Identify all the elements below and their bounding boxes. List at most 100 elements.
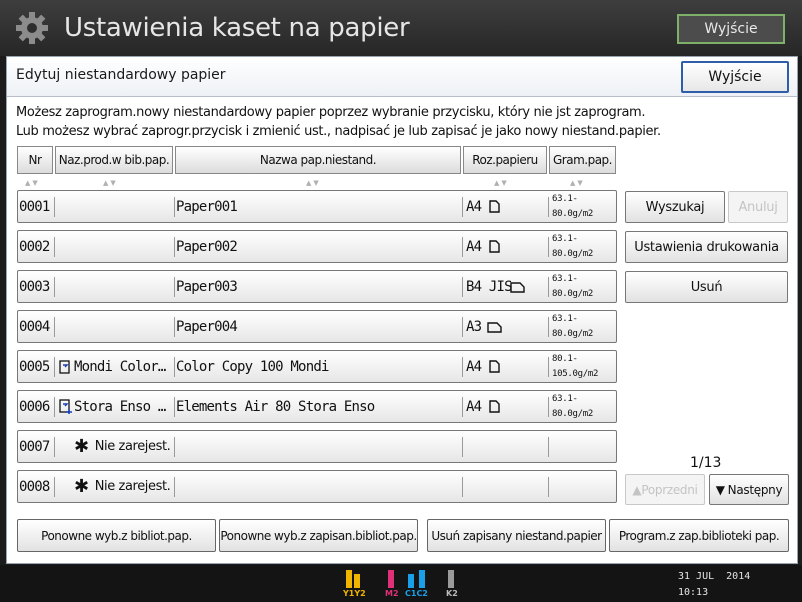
row-lib-name: Stora Enso …: [74, 398, 166, 415]
toner-label-magenta: M2: [385, 589, 399, 598]
column-header-paper-size[interactable]: Roz.papieru: [463, 146, 547, 174]
paper-row-0003[interactable]: 0003 Paper003 B4 JIS 63.1- 80.0g/m2: [17, 270, 617, 303]
paper-row-0007[interactable]: 0007 ✱ Nie zarejest.: [17, 430, 617, 463]
next-page-label: Następny: [727, 482, 783, 497]
triangle-up-icon: ▲: [632, 482, 642, 497]
info-text-line2: Lub możesz wybrać zaprogr.przycisk i zmi…: [16, 124, 661, 139]
column-separator: [174, 317, 175, 337]
sort-indicator-paper-size: ▲▼: [494, 179, 509, 187]
row-unregistered-label: Nie zarejest.: [94, 479, 171, 494]
column-separator: [548, 397, 549, 417]
row-weight-max: 80.0g/m2: [552, 249, 593, 259]
column-separator: [54, 197, 55, 217]
column-separator: [174, 237, 175, 257]
paper-row-0006[interactable]: 0006 Stora Enso … Elements Air 80 Stora …: [17, 390, 617, 423]
row-custom-name: Paper003: [176, 278, 238, 295]
paper-row-0001[interactable]: 0001 Paper001 A4 63.1- 80.0g/m2: [17, 190, 617, 223]
column-separator: [174, 437, 175, 457]
column-separator: [54, 317, 55, 337]
row-weight-min: 63.1-: [552, 194, 578, 204]
row-lib-name: [58, 191, 172, 222]
previous-page-label: Poprzedni: [641, 482, 698, 497]
row-custom-name: Paper002: [176, 238, 238, 255]
search-button[interactable]: Wyszukaj: [625, 191, 725, 223]
row-weight: 63.1- 80.0g/m2: [552, 391, 616, 422]
row-weight: 63.1- 80.0g/m2: [552, 311, 616, 342]
reselect-from-saved-library-button[interactable]: Ponowne wyb.z zapisan.bibliot.pap.: [219, 519, 418, 552]
row-weight-min: 63.1-: [552, 234, 578, 244]
column-separator: [462, 397, 463, 417]
paper-row-0008[interactable]: 0008 ✱ Nie zarejest.: [17, 470, 617, 503]
row-weight-min: 80.1-: [552, 354, 578, 364]
toner-label-cyan: C1C2: [405, 589, 428, 598]
column-separator: [54, 237, 55, 257]
row-nr: 0006: [19, 398, 50, 415]
toner-level-magenta: [388, 570, 394, 588]
toner-level-black: [448, 570, 454, 588]
paper-row-0004[interactable]: 0004 Paper004 A3 63.1- 80.0g/m2: [17, 310, 617, 343]
column-header-weight[interactable]: Gram.pap.: [549, 146, 616, 174]
cancel-button[interactable]: Anuluj: [728, 191, 788, 223]
toner-level-yellow-2: [354, 574, 360, 588]
row-nr: 0007: [19, 438, 50, 455]
row-custom-name: Color Copy 100 Mondi: [176, 358, 329, 375]
row-nr: 0003: [19, 278, 50, 295]
column-separator: [462, 317, 463, 337]
exit-button[interactable]: Wyjście: [681, 61, 789, 93]
print-settings-button[interactable]: Ustawienia drukowania: [625, 231, 788, 263]
paper-row-0005[interactable]: 0005 Mondi Color… Color Copy 100 Mondi A…: [17, 350, 617, 383]
exit-button-top[interactable]: Wyjście: [677, 14, 785, 44]
row-lib-name: [58, 271, 172, 302]
delete-button[interactable]: Usuń: [625, 271, 788, 303]
previous-page-button[interactable]: ▲ Poprzedni: [625, 474, 705, 505]
landscape-paper-icon: [487, 322, 502, 333]
column-separator: [174, 277, 175, 297]
info-text-line1: Możesz zaprogram.nowy niestandardowy pap…: [16, 105, 646, 120]
row-nr: 0002: [19, 238, 50, 255]
column-separator: [548, 317, 549, 337]
row-paper-size: A4: [466, 358, 482, 375]
row-unregistered: ✱ Nie zarejest.: [56, 431, 174, 462]
asterisk-icon: ✱: [74, 436, 89, 457]
triangle-down-icon: ▼: [715, 482, 725, 497]
row-custom-name: Paper004: [176, 318, 238, 335]
landscape-paper-icon: [510, 282, 525, 293]
column-separator: [462, 357, 463, 377]
column-separator: [54, 397, 55, 417]
column-separator: [548, 197, 549, 217]
column-header-nr[interactable]: Nr: [17, 146, 53, 174]
next-page-button[interactable]: ▼ Następny: [709, 474, 789, 505]
column-header-custom-name[interactable]: Nazwa pap.niestand.: [175, 146, 461, 174]
row-weight-max: 80.0g/m2: [552, 289, 593, 299]
column-separator: [54, 357, 55, 377]
column-separator: [548, 357, 549, 377]
row-weight: 63.1- 80.0g/m2: [552, 191, 616, 222]
row-lib-name: Mondi Color…: [74, 358, 166, 375]
reselect-from-library-button[interactable]: Ponowne wyb.z bibliot.pap.: [17, 519, 216, 552]
column-separator: [462, 477, 463, 497]
column-separator: [462, 437, 463, 457]
row-nr: 0001: [19, 198, 50, 215]
portrait-paper-icon: [489, 400, 500, 413]
column-separator: [54, 477, 55, 497]
sort-indicator-weight: ▲▼: [570, 179, 585, 187]
toner-label-yellow: Y1Y2: [343, 589, 366, 598]
column-header-lib-name[interactable]: Naz.prod.w bib.pap.: [55, 146, 173, 174]
delete-saved-custom-paper-button[interactable]: Usuń zapisany niestand.papier: [427, 519, 606, 552]
date: 31 JUL 2014: [678, 571, 751, 582]
row-weight: 63.1- 80.0g/m2: [552, 231, 616, 262]
row-lib-name: [58, 311, 172, 342]
row-weight-min: 63.1-: [552, 274, 578, 284]
column-separator: [462, 277, 463, 297]
date-time: 31 JUL 2014 10:13: [678, 569, 750, 601]
panel-title: Edytuj niestandardowy papier: [16, 67, 226, 83]
row-custom-name: Elements Air 80 Stora Enso: [176, 398, 375, 415]
toner-level-yellow-1: [346, 570, 352, 588]
paper-row-0002[interactable]: 0002 Paper002 A4 63.1- 80.0g/m2: [17, 230, 617, 263]
row-unregistered: ✱ Nie zarejest.: [56, 471, 174, 502]
row-paper-size: A4: [466, 398, 482, 415]
sort-indicator-lib-name: ▲▼: [103, 179, 118, 187]
row-paper-size: A4: [466, 198, 482, 215]
column-separator: [54, 437, 55, 457]
program-from-saved-library-button[interactable]: Program.z zap.biblioteki pap.: [609, 519, 789, 552]
